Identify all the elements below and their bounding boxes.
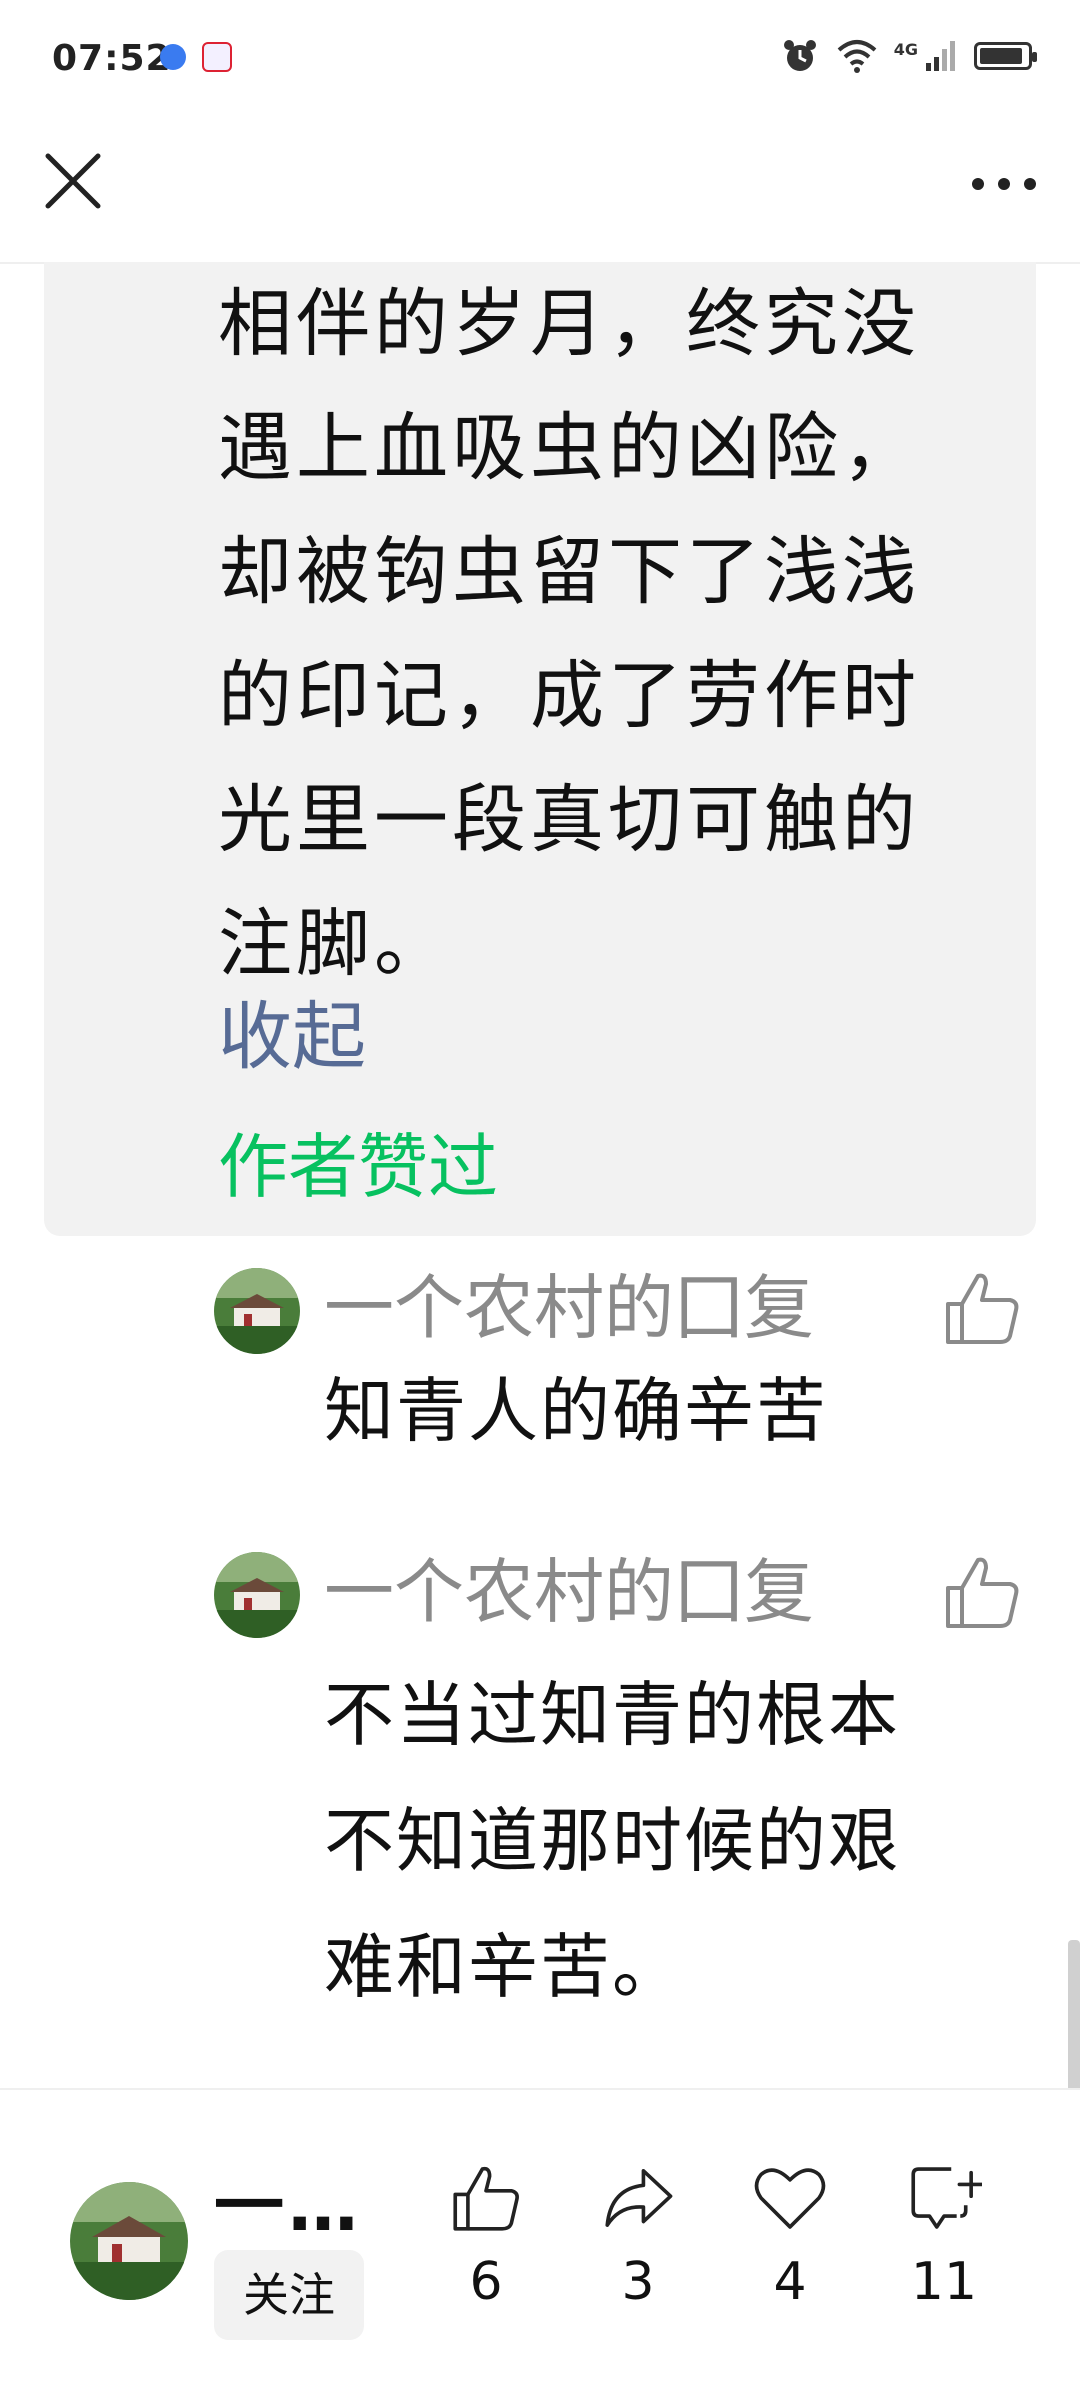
avatar[interactable]	[214, 1552, 300, 1638]
alarm-icon	[783, 40, 816, 71]
comment-card: 相伴的岁月，终究没 遇上血吸虫的凶险， 却被钩虫留下了浅浅 的印记，成了劳作时 …	[44, 262, 1036, 1236]
comment-text: 相伴的岁月，终究没 遇上血吸虫的凶险， 却被钩虫留下了浅浅 的印记，成了劳作时 …	[218, 262, 988, 1006]
favorite-count: 4	[773, 2252, 807, 2312]
share-count: 3	[621, 2252, 655, 2312]
author-avatar[interactable]	[70, 2182, 188, 2300]
signal-icon	[926, 41, 955, 71]
reply-line: 不当过知青的根本	[324, 1674, 900, 1756]
thumbs-up-icon	[453, 2166, 519, 2231]
more-button[interactable]	[964, 154, 1044, 214]
status-bar: 07:52 4G	[0, 0, 1080, 110]
favorite-button[interactable]: 4	[730, 2160, 850, 2312]
share-button[interactable]: 3	[578, 2160, 698, 2312]
app-notification-icon	[202, 42, 232, 72]
like-button[interactable]: 6	[426, 2160, 546, 2312]
comment-line: 遇上血吸虫的凶险，	[218, 405, 920, 491]
heart-icon	[754, 2168, 826, 2229]
status-icons: 4G	[780, 36, 1037, 76]
like-count: 6	[469, 2252, 503, 2312]
collapse-link[interactable]: 收起	[218, 992, 366, 1082]
reply-header: 一个农村的囗复	[324, 1551, 814, 1633]
author-name[interactable]: 一…	[214, 2150, 362, 2251]
follow-button[interactable]: 关注	[214, 2250, 364, 2340]
battery-icon	[974, 42, 1037, 70]
reply-header: 一个农村的囗复	[324, 1267, 814, 1349]
scrollbar[interactable]	[1068, 1940, 1080, 2100]
comment-line: 却被钩虫留下了浅浅	[218, 529, 920, 615]
reply-line: 知青人的确辛苦	[324, 1370, 828, 1452]
reply-body: 知青人的确辛苦	[324, 1348, 1080, 1474]
top-nav-bar	[0, 110, 1080, 264]
close-button[interactable]	[38, 146, 108, 216]
author-liked-badge: 作者赞过	[218, 1126, 498, 1208]
comment-line: 注脚。	[218, 901, 452, 987]
share-icon	[605, 2169, 673, 2227]
more-icon	[972, 178, 1036, 190]
comment-add-icon	[911, 2167, 982, 2229]
reply-like-button[interactable]	[940, 1266, 1024, 1350]
reply-like-button[interactable]	[940, 1550, 1024, 1634]
avatar-image	[214, 1552, 300, 1638]
avatar-image	[214, 1268, 300, 1354]
comment-line: 光里一段真切可触的	[218, 777, 920, 863]
reply-line: 不知道那时候的艰	[324, 1800, 900, 1882]
reply-body: 不当过知青的根本 不知道那时候的艰 难和辛苦。	[324, 1652, 1080, 2030]
network-type: 4G	[893, 39, 918, 59]
close-icon	[45, 153, 101, 209]
thumbs-up-icon	[946, 1273, 1019, 1344]
status-time: 07:52	[52, 38, 172, 79]
comment-line: 的印记，成了劳作时	[218, 653, 920, 739]
comment-count: 11	[910, 2252, 978, 2312]
wifi-icon	[837, 40, 877, 73]
bottom-action-bar: 一… 关注 6 3 4 11	[0, 2088, 1080, 2390]
avatar[interactable]	[214, 1268, 300, 1354]
comment-line: 相伴的岁月，终究没	[218, 281, 920, 367]
comment-button[interactable]: 11	[884, 2160, 1004, 2312]
app-notification-icon	[160, 44, 186, 70]
thumbs-up-icon	[946, 1557, 1019, 1628]
avatar-image	[70, 2182, 188, 2300]
reply-line: 难和辛苦。	[324, 1926, 684, 2008]
